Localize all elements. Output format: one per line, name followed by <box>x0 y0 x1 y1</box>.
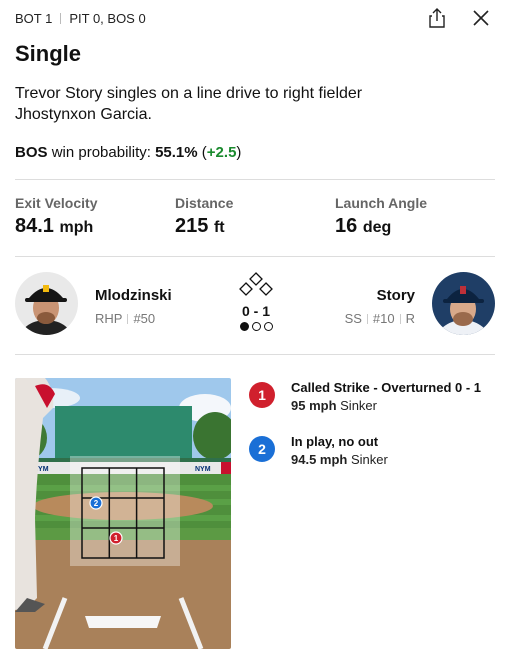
game-status: BOT 1 PIT 0, BOS 0 <box>15 11 146 26</box>
sign-pk <box>221 462 231 474</box>
share-icon[interactable] <box>426 7 448 29</box>
win-prob-label: win probability: <box>51 144 151 161</box>
stat-unit: mph <box>59 219 94 236</box>
stat-label: Distance <box>175 195 234 211</box>
stat-exit-velocity: Exit Velocity 84.1 mph <box>15 195 175 238</box>
win-prob-team: BOS <box>15 144 48 161</box>
pitch-type: Sinker <box>350 452 388 467</box>
stat-value: 84.1 mph <box>15 215 175 238</box>
pitch-details: 94.5 mph Sinker <box>291 452 388 467</box>
stat-number: 215 <box>175 215 209 237</box>
pitch-result: Called Strike - Overturned 0 - 1 <box>291 380 482 395</box>
stat-unit: ft <box>213 219 225 236</box>
matchup: Mlodzinski RHP #50 0 - 1 Story SS #10 R <box>15 272 495 338</box>
pitch-type: Sinker <box>340 398 377 413</box>
out-dot <box>251 322 261 331</box>
stat-distance: Distance 215 ft <box>175 195 335 238</box>
pitch-speed: 95 mph <box>291 398 337 413</box>
pitch-list: 1 Called Strike - Overturned 0 - 1 95 mp… <box>249 378 499 486</box>
pitch-speed: 94.5 mph <box>291 452 348 467</box>
batter-avatar[interactable] <box>432 272 495 335</box>
divider <box>60 13 62 24</box>
pitch-item[interactable]: 2 In play, no out 94.5 mph Sinker <box>249 432 499 486</box>
pitch-number-badge: 2 <box>249 436 275 462</box>
stat-label: Launch Angle <box>335 195 428 211</box>
sign-text: NYM <box>195 466 211 473</box>
bases-diamond-icon <box>239 272 273 296</box>
pitch-item[interactable]: 1 Called Strike - Overturned 0 - 1 95 mp… <box>249 378 499 432</box>
win-prob-value: 55.1% <box>155 144 198 161</box>
stat-value: 16 deg <box>335 215 495 238</box>
pitch-number-badge: 1 <box>249 382 275 408</box>
pitch-marker-label: 1 <box>114 534 119 543</box>
stat-number: 16 <box>335 215 358 237</box>
pitcher-avatar[interactable] <box>15 272 78 335</box>
score-label: PIT 0, BOS 0 <box>69 11 146 26</box>
stat-number: 84.1 <box>15 215 54 237</box>
pitcher-details: RHP #50 <box>95 311 155 326</box>
batter-bats: R <box>405 311 415 326</box>
play-description: Trevor Story singles on a line drive to … <box>15 85 363 123</box>
batter-details: SS #10 R <box>345 311 415 326</box>
divider <box>127 314 129 324</box>
hit-stats: Exit Velocity 84.1 mph Distance 215 ft L… <box>15 195 495 238</box>
win-probability: BOS win probability: 55.1% (+2.5) <box>15 144 242 161</box>
divider <box>399 314 401 324</box>
pitch-marker-label: 2 <box>94 499 99 508</box>
strike-zone-view: NYM NYM 12 <box>15 378 231 649</box>
pitch-result: In play, no out <box>291 434 379 449</box>
stat-value: 215 ft <box>175 215 335 238</box>
divider <box>15 256 495 257</box>
divider <box>15 179 495 180</box>
inning-label: BOT 1 <box>15 11 53 26</box>
batter-name[interactable]: Story <box>377 287 415 304</box>
outs-indicator <box>235 322 277 331</box>
divider <box>366 314 368 324</box>
win-prob-delta: +2.5 <box>206 144 237 161</box>
top-actions <box>426 7 492 29</box>
stat-launch-angle: Launch Angle 16 deg <box>335 195 495 238</box>
stat-unit: deg <box>362 219 392 236</box>
pitcher-number: #50 <box>133 311 156 326</box>
play-title: Single <box>15 41 82 66</box>
out-dot <box>263 322 273 331</box>
batter-number: #10 <box>372 311 395 326</box>
pitcher-name[interactable]: Mlodzinski <box>95 287 172 304</box>
divider <box>15 354 495 355</box>
count-indicator: 0 - 1 <box>235 272 277 331</box>
pitcher-hand: RHP <box>95 311 123 326</box>
stat-label: Exit Velocity <box>15 195 98 211</box>
batter-position: SS <box>344 311 362 326</box>
close-icon[interactable] <box>470 7 492 29</box>
out-dot <box>239 322 249 331</box>
pitch-details: 95 mph Sinker <box>291 398 377 413</box>
ball-strike-count: 0 - 1 <box>241 303 270 319</box>
